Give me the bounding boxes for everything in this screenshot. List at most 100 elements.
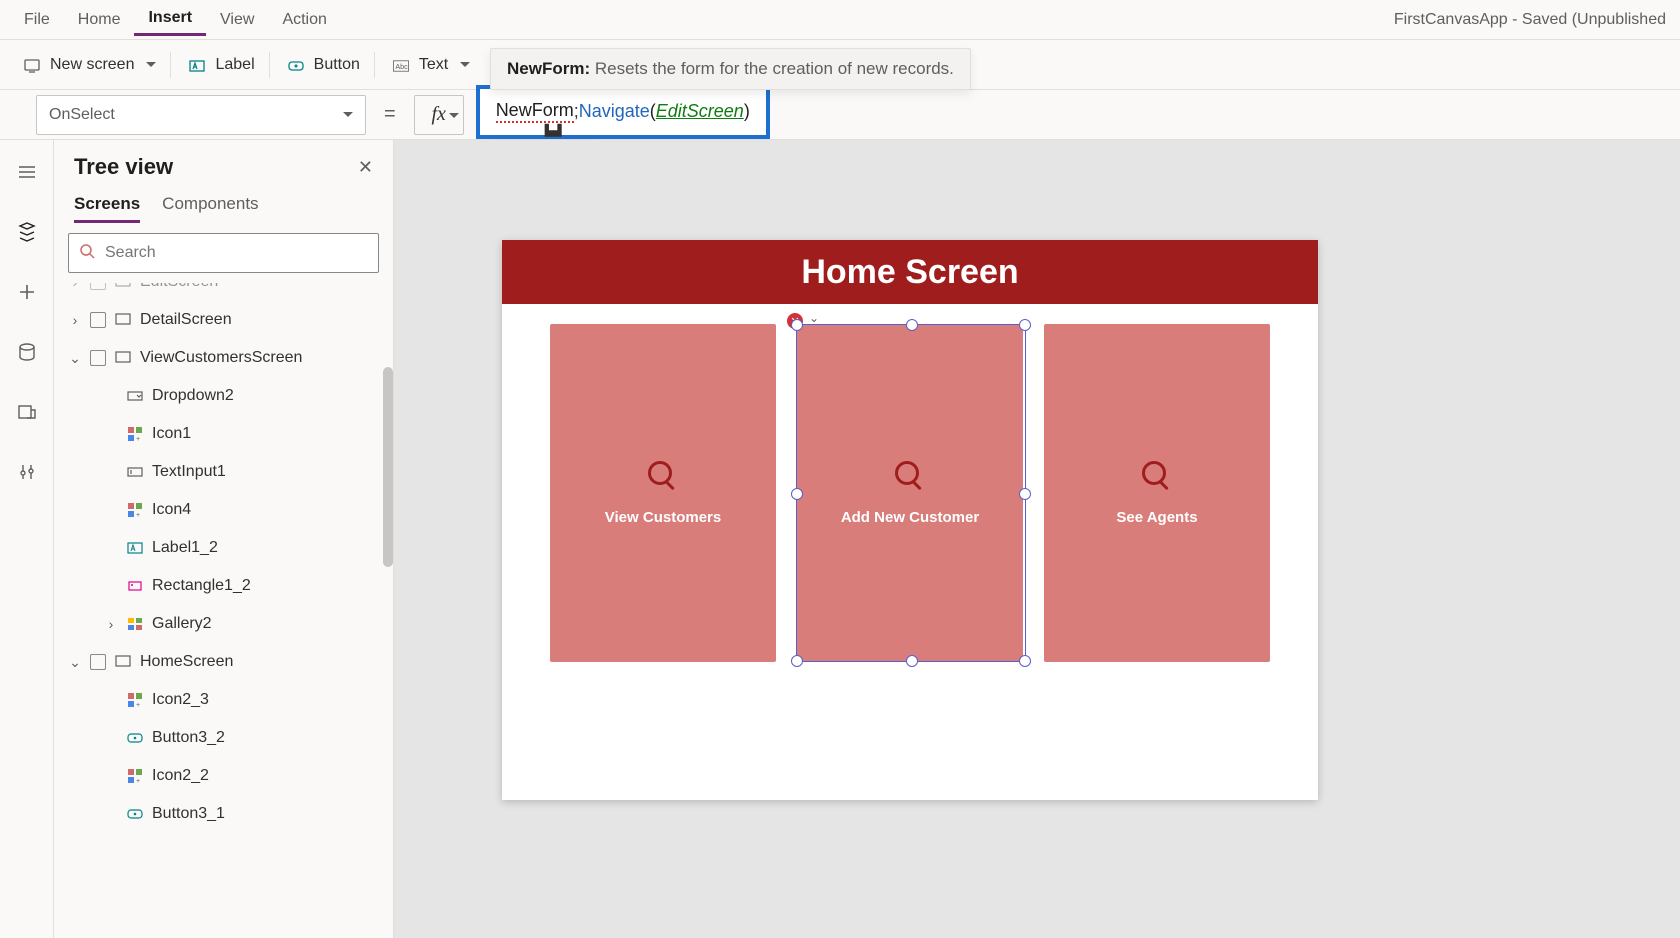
- chevron-down-icon: [460, 56, 470, 74]
- tree-node-label: Dropdown2: [152, 387, 234, 405]
- tree-node[interactable]: ⌄ViewCustomersScreen: [54, 339, 393, 377]
- tree-list[interactable]: ›EditScreen›DetailScreen⌄ViewCustomersSc…: [54, 283, 393, 938]
- button-button[interactable]: Button: [274, 52, 375, 78]
- property-selector[interactable]: OnSelect: [36, 95, 366, 135]
- left-rail: [0, 140, 54, 938]
- close-icon[interactable]: ✕: [358, 157, 373, 178]
- menu-action[interactable]: Action: [268, 5, 340, 35]
- tree-node-label: DetailScreen: [140, 311, 232, 329]
- expand-icon[interactable]: ⌄: [68, 350, 82, 367]
- text-button[interactable]: Abc Text: [379, 52, 484, 78]
- tab-components[interactable]: Components: [162, 188, 258, 223]
- text-button-text: Text: [419, 56, 448, 74]
- card-see-agents[interactable]: See Agents: [1044, 324, 1270, 662]
- resize-handle[interactable]: [791, 319, 803, 331]
- menu-view[interactable]: View: [206, 5, 268, 35]
- tree-node[interactable]: Label1_2: [54, 529, 393, 567]
- selection-outline[interactable]: ✕ ⌄: [796, 324, 1026, 662]
- resize-handle[interactable]: [1019, 655, 1031, 667]
- tree-node[interactable]: Button3_2: [54, 719, 393, 757]
- insert-pane-button[interactable]: [15, 280, 39, 304]
- app-save-status: FirstCanvasApp - Saved (Unpublished: [1394, 11, 1670, 29]
- body: Tree view ✕ Screens Components ›EditScre…: [0, 140, 1680, 938]
- card-label: View Customers: [605, 509, 721, 526]
- screen-icon: [114, 311, 132, 329]
- gallery-icon: [126, 615, 144, 633]
- chevron-down-icon: [343, 106, 353, 124]
- formula-token-close: ): [744, 101, 750, 122]
- button-icon: [288, 58, 306, 72]
- tree-node[interactable]: +Icon1: [54, 415, 393, 453]
- tab-screens[interactable]: Screens: [74, 188, 140, 223]
- menu-home[interactable]: Home: [64, 5, 135, 35]
- card-view-customers[interactable]: View Customers: [550, 324, 776, 662]
- phone-frame: Home Screen View Customers Add New Custo…: [502, 240, 1318, 800]
- checkbox[interactable]: [90, 654, 106, 670]
- tree-title: Tree view: [74, 154, 173, 180]
- expand-icon[interactable]: ›: [68, 312, 82, 328]
- advanced-tools-button[interactable]: [15, 460, 39, 484]
- new-screen-button[interactable]: New screen: [10, 52, 171, 78]
- tree-view-button[interactable]: [15, 220, 39, 244]
- tree-node-label: Icon2_3: [152, 691, 209, 709]
- button-button-text: Button: [314, 56, 360, 74]
- tree-node[interactable]: Dropdown2: [54, 377, 393, 415]
- screen-header: Home Screen: [502, 240, 1318, 304]
- resize-handle[interactable]: [791, 488, 803, 500]
- search-icon: [79, 243, 95, 264]
- iconctl-icon: +: [126, 501, 144, 519]
- labelctl-icon: [126, 539, 144, 557]
- tree-search[interactable]: [68, 233, 379, 273]
- resize-handle[interactable]: [906, 319, 918, 331]
- tree-node[interactable]: +Icon2_3: [54, 681, 393, 719]
- menu-file[interactable]: File: [10, 5, 64, 35]
- tree-node-label: HomeScreen: [140, 653, 233, 671]
- screen-icon: [24, 58, 42, 72]
- textinput-icon: [126, 463, 144, 481]
- search-icon: [1142, 461, 1172, 491]
- hamburger-button[interactable]: [15, 160, 39, 184]
- tree-node[interactable]: Rectangle1_2: [54, 567, 393, 605]
- resize-handle[interactable]: [1019, 488, 1031, 500]
- checkbox[interactable]: [90, 312, 106, 328]
- tree-node[interactable]: ⌄ HomeScreen: [54, 643, 393, 681]
- formula-input[interactable]: NewForm;Navigate(EditScreen) ▙▟: [476, 85, 770, 139]
- tree-node[interactable]: +Icon2_2: [54, 757, 393, 795]
- property-selector-value: OnSelect: [49, 106, 115, 124]
- media-pane-button[interactable]: [15, 400, 39, 424]
- data-pane-button[interactable]: [15, 340, 39, 364]
- tree-node[interactable]: Button3_1: [54, 795, 393, 833]
- search-input[interactable]: [103, 243, 368, 263]
- expand-icon[interactable]: ›: [104, 616, 118, 632]
- canvas-area[interactable]: Home Screen View Customers Add New Custo…: [394, 140, 1680, 938]
- checkbox[interactable]: [90, 350, 106, 366]
- resize-handle[interactable]: [791, 655, 803, 667]
- buttonctl-icon: [126, 805, 144, 823]
- tree-node[interactable]: ›Gallery2: [54, 605, 393, 643]
- checkbox[interactable]: [90, 283, 106, 290]
- tree-node-label: Label1_2: [152, 539, 218, 557]
- tree-node[interactable]: › DetailScreen: [54, 301, 393, 339]
- tree-header: Tree view ✕: [54, 140, 393, 188]
- resize-handle[interactable]: [1019, 319, 1031, 331]
- caret-indicator: ▙▟: [545, 124, 562, 137]
- tree-node-label: Button3_2: [152, 729, 225, 747]
- tree-node[interactable]: TextInput1: [54, 453, 393, 491]
- formula-token-arg: EditScreen: [656, 101, 744, 122]
- scrollbar-thumb[interactable]: [383, 367, 393, 567]
- menu-insert[interactable]: Insert: [134, 3, 206, 36]
- resize-handle[interactable]: [906, 655, 918, 667]
- tree-node[interactable]: ›EditScreen: [54, 283, 393, 301]
- fx-button[interactable]: fx: [414, 95, 464, 135]
- label-button[interactable]: Label: [175, 52, 269, 78]
- formula-token-newform: NewForm: [496, 100, 574, 123]
- formula-bar: OnSelect = fx NewForm;Navigate(EditScree…: [0, 90, 1680, 140]
- expand-icon[interactable]: ›: [68, 283, 82, 290]
- new-screen-label: New screen: [50, 56, 134, 74]
- tree-node[interactable]: +Icon4: [54, 491, 393, 529]
- expand-icon[interactable]: ⌄: [68, 654, 82, 671]
- label-icon: [189, 58, 207, 72]
- tree-node-label: TextInput1: [152, 463, 226, 481]
- screen-icon: [114, 349, 132, 367]
- chevron-down-icon[interactable]: ⌄: [809, 311, 819, 325]
